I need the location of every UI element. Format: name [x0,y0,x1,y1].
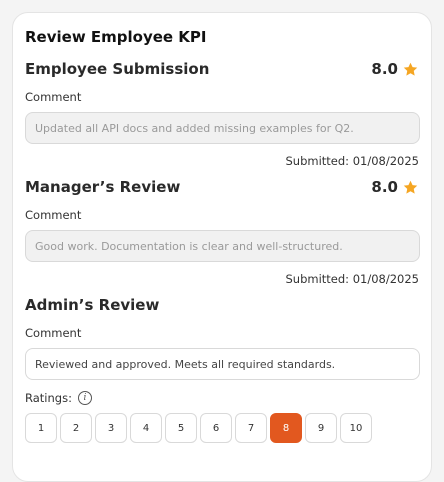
star-icon [403,62,418,76]
manager-submitted-date: Submitted: 01/08/2025 [285,272,420,286]
rating-button-6[interactable]: 6 [200,413,232,443]
rating-button-7[interactable]: 7 [235,413,267,443]
manager-score-value: 8.0 [371,178,398,196]
employee-score-value: 8.0 [371,60,398,78]
modal-title: Review Employee KPI [25,28,207,46]
employee-submitted-date: Submitted: 01/08/2025 [285,154,420,168]
review-kpi-card: Review Employee KPI Employee Submission … [12,12,432,482]
admin-comment-label: Comment [25,326,82,340]
rating-button-10[interactable]: 10 [340,413,372,443]
admin-review-header: Admin’s Review [25,294,419,316]
admin-comment-input[interactable]: Reviewed and approved. Meets all require… [25,348,420,380]
manager-comment-label: Comment [25,208,82,222]
employee-submission-title: Employee Submission [25,60,210,78]
employee-comment-label: Comment [25,90,82,104]
employee-submission-header: Employee Submission 8.0 [25,58,419,80]
manager-comment-field: Good work. Documentation is clear and we… [25,230,420,262]
rating-button-5[interactable]: 5 [165,413,197,443]
info-icon[interactable]: i [77,391,92,405]
ratings-row: Ratings: i [25,391,419,405]
rating-button-4[interactable]: 4 [130,413,162,443]
rating-button-3[interactable]: 3 [95,413,127,443]
rating-button-9[interactable]: 9 [305,413,337,443]
rating-buttons: 1 2 3 4 5 6 7 8 9 10 [25,413,419,443]
ratings-label: Ratings: [25,391,72,405]
employee-comment-field: Updated all API docs and added missing e… [25,112,420,144]
admin-review-title: Admin’s Review [25,296,160,314]
manager-review-header: Manager’s Review 8.0 [25,176,419,198]
manager-review-title: Manager’s Review [25,178,181,196]
rating-button-8[interactable]: 8 [270,413,302,443]
rating-button-2[interactable]: 2 [60,413,92,443]
star-icon [403,180,418,194]
manager-score: 8.0 [371,178,419,196]
employee-score: 8.0 [371,60,419,78]
rating-button-1[interactable]: 1 [25,413,57,443]
